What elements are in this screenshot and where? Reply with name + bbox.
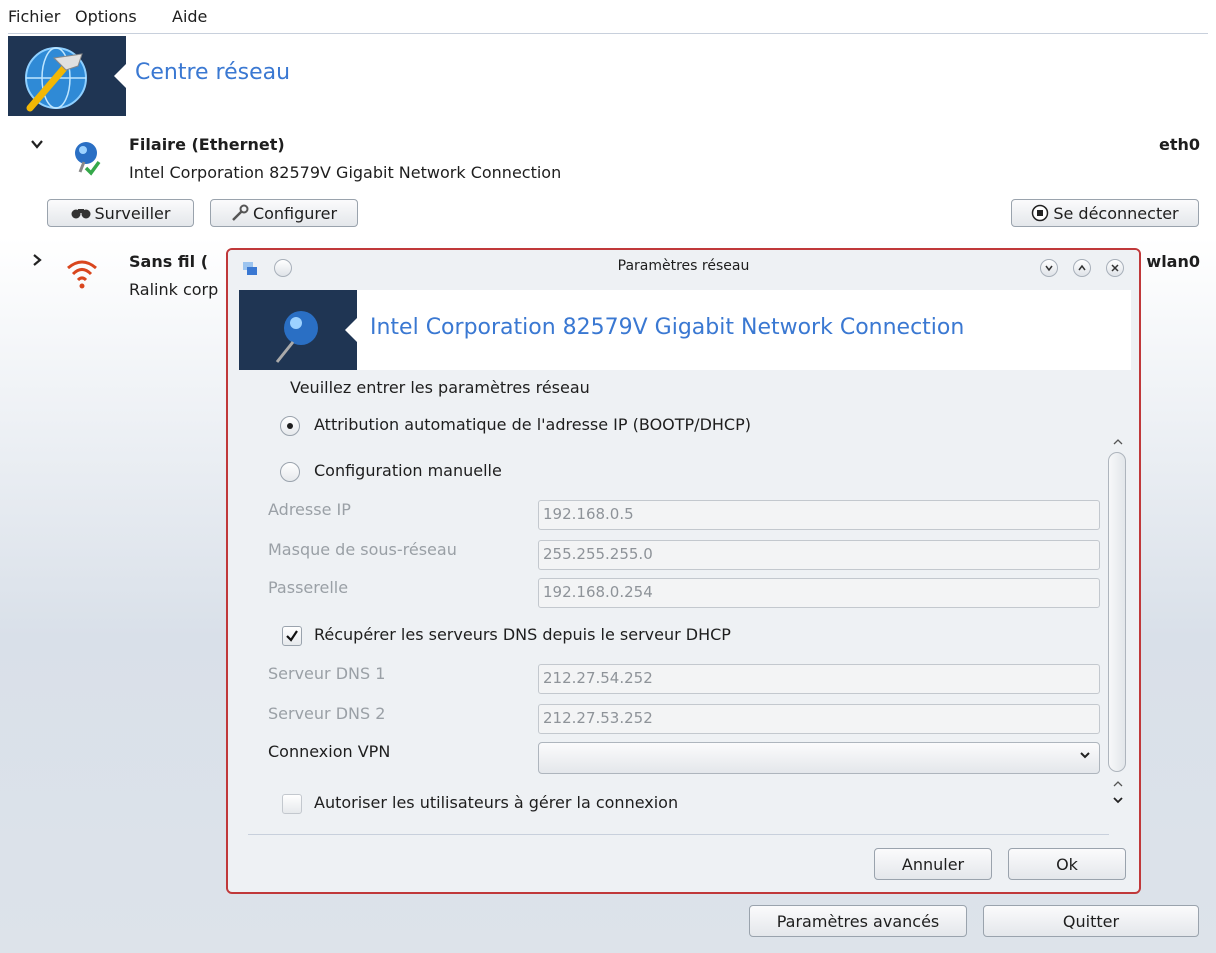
menu-help[interactable]: Aide: [172, 7, 207, 26]
banner-arrow: [114, 64, 126, 88]
scroll-down-icon[interactable]: [1112, 794, 1124, 808]
dns-from-dhcp-checkbox[interactable]: [282, 626, 302, 646]
connection-description: Ralink corp: [129, 280, 219, 299]
wired-network-icon: [70, 140, 102, 180]
advanced-settings-button[interactable]: Paramètres avancés: [749, 905, 967, 937]
scroll-up-icon[interactable]: [1112, 778, 1124, 792]
expand-chevron-right-icon[interactable]: [30, 252, 44, 271]
menu-bar: Fichier Options Aide: [0, 0, 1216, 34]
binoculars-icon: [71, 207, 91, 219]
connection-description: Intel Corporation 82579V Gigabit Network…: [129, 163, 562, 182]
menu-file[interactable]: Fichier: [8, 7, 60, 26]
ip-address-label: Adresse IP: [268, 500, 351, 519]
stop-icon: [1031, 204, 1049, 222]
dns1-field[interactable]: 212.27.54.252: [538, 664, 1100, 694]
connection-title: Sans fil (: [129, 252, 209, 271]
minimize-button[interactable]: [1040, 259, 1058, 277]
settings-prompt: Veuillez entrer les paramètres réseau: [290, 378, 590, 397]
dns1-label: Serveur DNS 1: [268, 664, 386, 683]
menu-separator: [8, 33, 1208, 34]
checkmark-icon: [286, 630, 298, 642]
radio-auto-label[interactable]: Attribution automatique de l'adresse IP …: [314, 415, 751, 434]
interface-name: wlan0: [1146, 252, 1200, 271]
allow-users-checkbox[interactable]: [282, 794, 302, 814]
configure-button[interactable]: Configurer: [210, 199, 358, 227]
wrench-icon: [231, 204, 249, 222]
quit-button[interactable]: Quitter: [983, 905, 1199, 937]
wifi-icon: [64, 256, 100, 296]
maximize-button[interactable]: [1073, 259, 1091, 277]
scrollbar-thumb[interactable]: [1108, 452, 1126, 772]
gateway-label: Passerelle: [268, 578, 349, 597]
gateway-field[interactable]: 192.168.0.254: [538, 578, 1100, 608]
radio-auto-dhcp[interactable]: [280, 416, 300, 436]
dns2-field[interactable]: 212.27.53.252: [538, 704, 1100, 734]
monitor-button[interactable]: Surveiller: [47, 199, 194, 227]
netmask-label: Masque de sous-réseau: [268, 540, 457, 559]
allow-users-label[interactable]: Autoriser les utilisateurs à gérer la co…: [314, 793, 678, 812]
disconnect-button[interactable]: Se déconnecter: [1011, 199, 1199, 227]
dialog-titlebar[interactable]: Paramètres réseau: [228, 250, 1139, 284]
network-tools-logo-icon: [8, 36, 126, 116]
interface-name: eth0: [1158, 135, 1200, 154]
connection-title: Filaire (Ethernet): [129, 135, 285, 154]
scroll-up-icon[interactable]: [1112, 436, 1124, 450]
network-settings-dialog: Paramètres réseau Intel Corporation 8257…: [226, 248, 1141, 894]
dns-from-dhcp-label[interactable]: Récupérer les serveurs DNS depuis le ser…: [314, 625, 731, 644]
banner-arrow: [345, 318, 357, 342]
vpn-label: Connexion VPN: [268, 742, 391, 761]
page-title: Centre réseau: [135, 60, 291, 85]
ip-address-field[interactable]: 192.168.0.5: [538, 500, 1100, 530]
netmask-field[interactable]: 255.255.255.0: [538, 540, 1100, 570]
chevron-down-icon: [1079, 749, 1091, 765]
dns2-label: Serveur DNS 2: [268, 704, 386, 723]
cancel-button[interactable]: Annuler: [874, 848, 992, 880]
dialog-banner-title: Intel Corporation 82579V Gigabit Network…: [370, 315, 965, 340]
dialog-separator: [248, 834, 1109, 835]
expand-chevron-down-icon[interactable]: [30, 136, 44, 155]
vpn-select[interactable]: [538, 742, 1100, 774]
ok-button[interactable]: Ok: [1008, 848, 1126, 880]
dialog-banner: Intel Corporation 82579V Gigabit Network…: [239, 290, 1131, 370]
app-banner: Centre réseau: [8, 36, 1208, 116]
menu-options[interactable]: Options: [75, 7, 137, 26]
close-button[interactable]: [1106, 259, 1124, 277]
dialog-title: Paramètres réseau: [617, 258, 750, 274]
radio-manual-label[interactable]: Configuration manuelle: [314, 461, 502, 480]
radio-manual[interactable]: [280, 462, 300, 482]
network-card-icon: [239, 290, 357, 370]
